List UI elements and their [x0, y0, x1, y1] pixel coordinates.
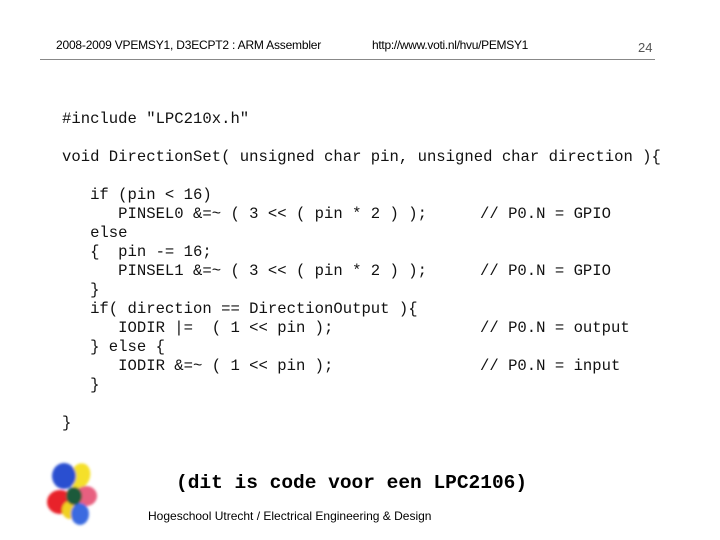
code-line: IODIR |= ( 1 << pin ); // P0.N = output	[62, 319, 661, 338]
logo-center-green	[66, 487, 82, 505]
code-comment: // P0.N = output	[480, 319, 630, 337]
code-comment: // P0.N = input	[480, 357, 621, 375]
code-caption: (dit is code voor een LPC2106)	[176, 472, 528, 494]
code-line: }	[62, 281, 661, 300]
code-text: #include "LPC210x.h"	[62, 110, 250, 128]
footer-institution: Hogeschool Utrecht / Electrical Engineer…	[148, 509, 432, 523]
code-line: { pin -= 16;	[62, 243, 661, 262]
code-text: }	[62, 376, 100, 394]
code-text: PINSEL0 &=~ ( 3 << ( pin * 2 ) );	[62, 205, 427, 223]
code-line: PINSEL1 &=~ ( 3 << ( pin * 2 ) ); // P0.N…	[62, 262, 661, 281]
code-text: } else {	[62, 338, 165, 356]
code-comment: // P0.N = GPIO	[480, 262, 612, 280]
code-line: if (pin < 16)	[62, 186, 661, 205]
code-line: } else {	[62, 338, 661, 357]
code-line: void DirectionSet( unsigned char pin, un…	[62, 148, 661, 167]
code-line: else	[62, 224, 661, 243]
course-title: 2008-2009 VPEMSY1, D3ECPT2 : ARM Assembl…	[56, 38, 322, 52]
code-text: }	[62, 281, 100, 299]
code-text: PINSEL1 &=~ ( 3 << ( pin * 2 ) );	[62, 262, 427, 280]
code-comment: // P0.N = GPIO	[480, 205, 612, 223]
hu-flower-logo-icon	[47, 463, 97, 525]
code-listing: #include "LPC210x.h" void DirectionSet( u…	[62, 110, 661, 433]
code-text: }	[62, 414, 72, 432]
code-text: IODIR |= ( 1 << pin );	[62, 319, 334, 337]
code-line: if( direction == DirectionOutput ){	[62, 300, 661, 319]
code-line: }	[62, 376, 661, 395]
code-line: PINSEL0 &=~ ( 3 << ( pin * 2 ) ); // P0.N…	[62, 205, 661, 224]
code-text: if (pin < 16)	[62, 186, 212, 204]
code-text: else	[62, 224, 128, 242]
code-line: #include "LPC210x.h"	[62, 110, 661, 129]
logo-petal-blue-top	[52, 463, 76, 489]
header-divider	[40, 59, 655, 60]
code-text: void DirectionSet( unsigned char pin, un…	[62, 148, 661, 166]
page-number: 24	[638, 40, 653, 55]
code-line: IODIR &=~ ( 1 << pin ); // P0.N = input	[62, 357, 661, 376]
logo-petal-blue-low	[71, 503, 89, 525]
code-text: { pin -= 16;	[62, 243, 212, 261]
course-url: http://www.voti.nl/hvu/PEMSY1	[372, 38, 529, 52]
code-line: }	[62, 414, 661, 433]
code-text: if( direction == DirectionOutput ){	[62, 300, 418, 318]
code-text: IODIR &=~ ( 1 << pin );	[62, 357, 334, 375]
